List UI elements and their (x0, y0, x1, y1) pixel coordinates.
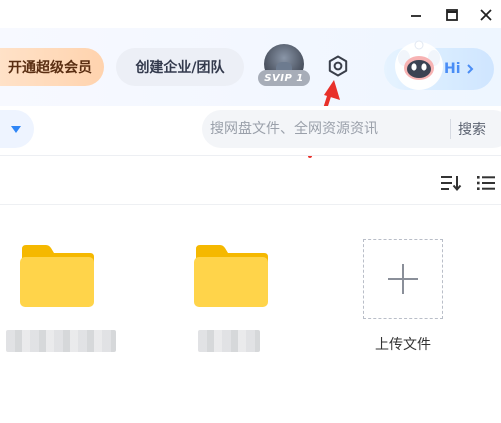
ai-greeting: Hi (444, 59, 488, 79)
minimize-button[interactable] (404, 4, 428, 26)
search-button[interactable]: 搜索 (458, 118, 498, 140)
maximize-button[interactable] (440, 4, 464, 26)
upload-file-button[interactable] (363, 239, 443, 319)
divider (0, 204, 501, 205)
chevron-right-icon (466, 64, 473, 74)
plus-icon (388, 264, 418, 294)
vip-button-label: 开通超级会员 (8, 60, 92, 76)
folder-icon[interactable] (192, 243, 270, 309)
list-view-icon[interactable] (476, 174, 496, 192)
team-button-label: 创建企业/团队 (135, 60, 225, 76)
divider (0, 155, 501, 156)
search-input[interactable] (210, 119, 440, 139)
robot-mascot-icon (395, 40, 443, 90)
maximize-icon (446, 9, 458, 21)
create-team-button[interactable]: 创建企业/团队 (116, 48, 244, 86)
sort-icon[interactable] (440, 174, 462, 192)
minimize-icon (411, 15, 421, 17)
caret-down-icon (11, 126, 21, 133)
settings-icon[interactable] (326, 54, 350, 78)
file-name (6, 330, 116, 352)
vip-upgrade-button[interactable]: 开通超级会员 (0, 48, 104, 86)
close-button[interactable] (474, 4, 498, 26)
svip-badge: SVIP 1 (258, 70, 310, 86)
folder-icon[interactable] (18, 243, 96, 309)
close-icon (480, 9, 492, 21)
upload-label: 上传文件 (375, 337, 431, 353)
search-divider (450, 119, 451, 139)
file-name (198, 330, 260, 352)
